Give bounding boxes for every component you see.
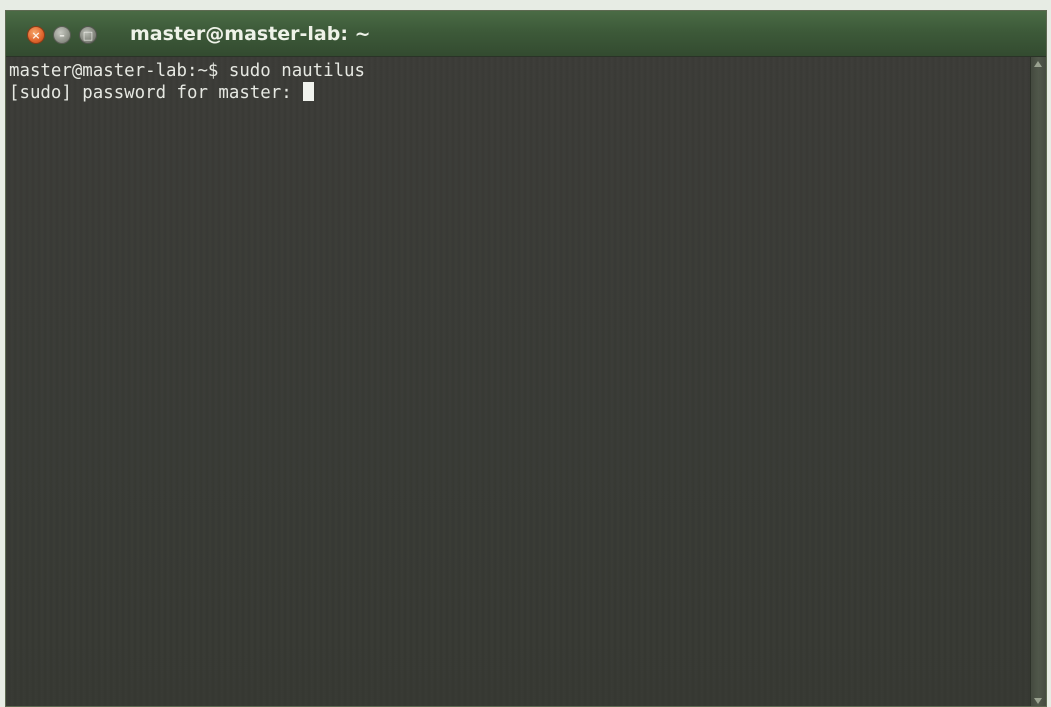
terminal-line: master@master-lab:~$ sudo nautilus [9,61,1032,82]
vertical-scrollbar[interactable] [1030,57,1046,706]
password-prompt-text: [sudo] password for master: [9,83,303,103]
command-line-text: master@master-lab:~$ sudo nautilus [9,61,365,81]
minimize-button[interactable]: – [53,26,71,44]
text-cursor [303,82,315,101]
maximize-button[interactable]: □ [79,26,97,44]
scroll-down-arrow-icon[interactable] [1034,698,1042,704]
window-title: master@master-lab: ~ [130,23,371,45]
minimize-icon: – [59,28,65,42]
terminal-line: [sudo] password for master: [9,82,1032,103]
terminal-output[interactable]: master@master-lab:~$ sudo nautilus [sudo… [6,57,1032,706]
title-bar[interactable]: × – □ master@master-lab: ~ [6,11,1046,57]
maximize-icon: □ [82,28,94,42]
terminal-window: × – □ master@master-lab: ~ master@master… [5,10,1047,707]
close-button[interactable]: × [27,26,45,44]
close-icon: × [31,28,41,42]
scroll-up-arrow-icon[interactable] [1034,61,1042,67]
